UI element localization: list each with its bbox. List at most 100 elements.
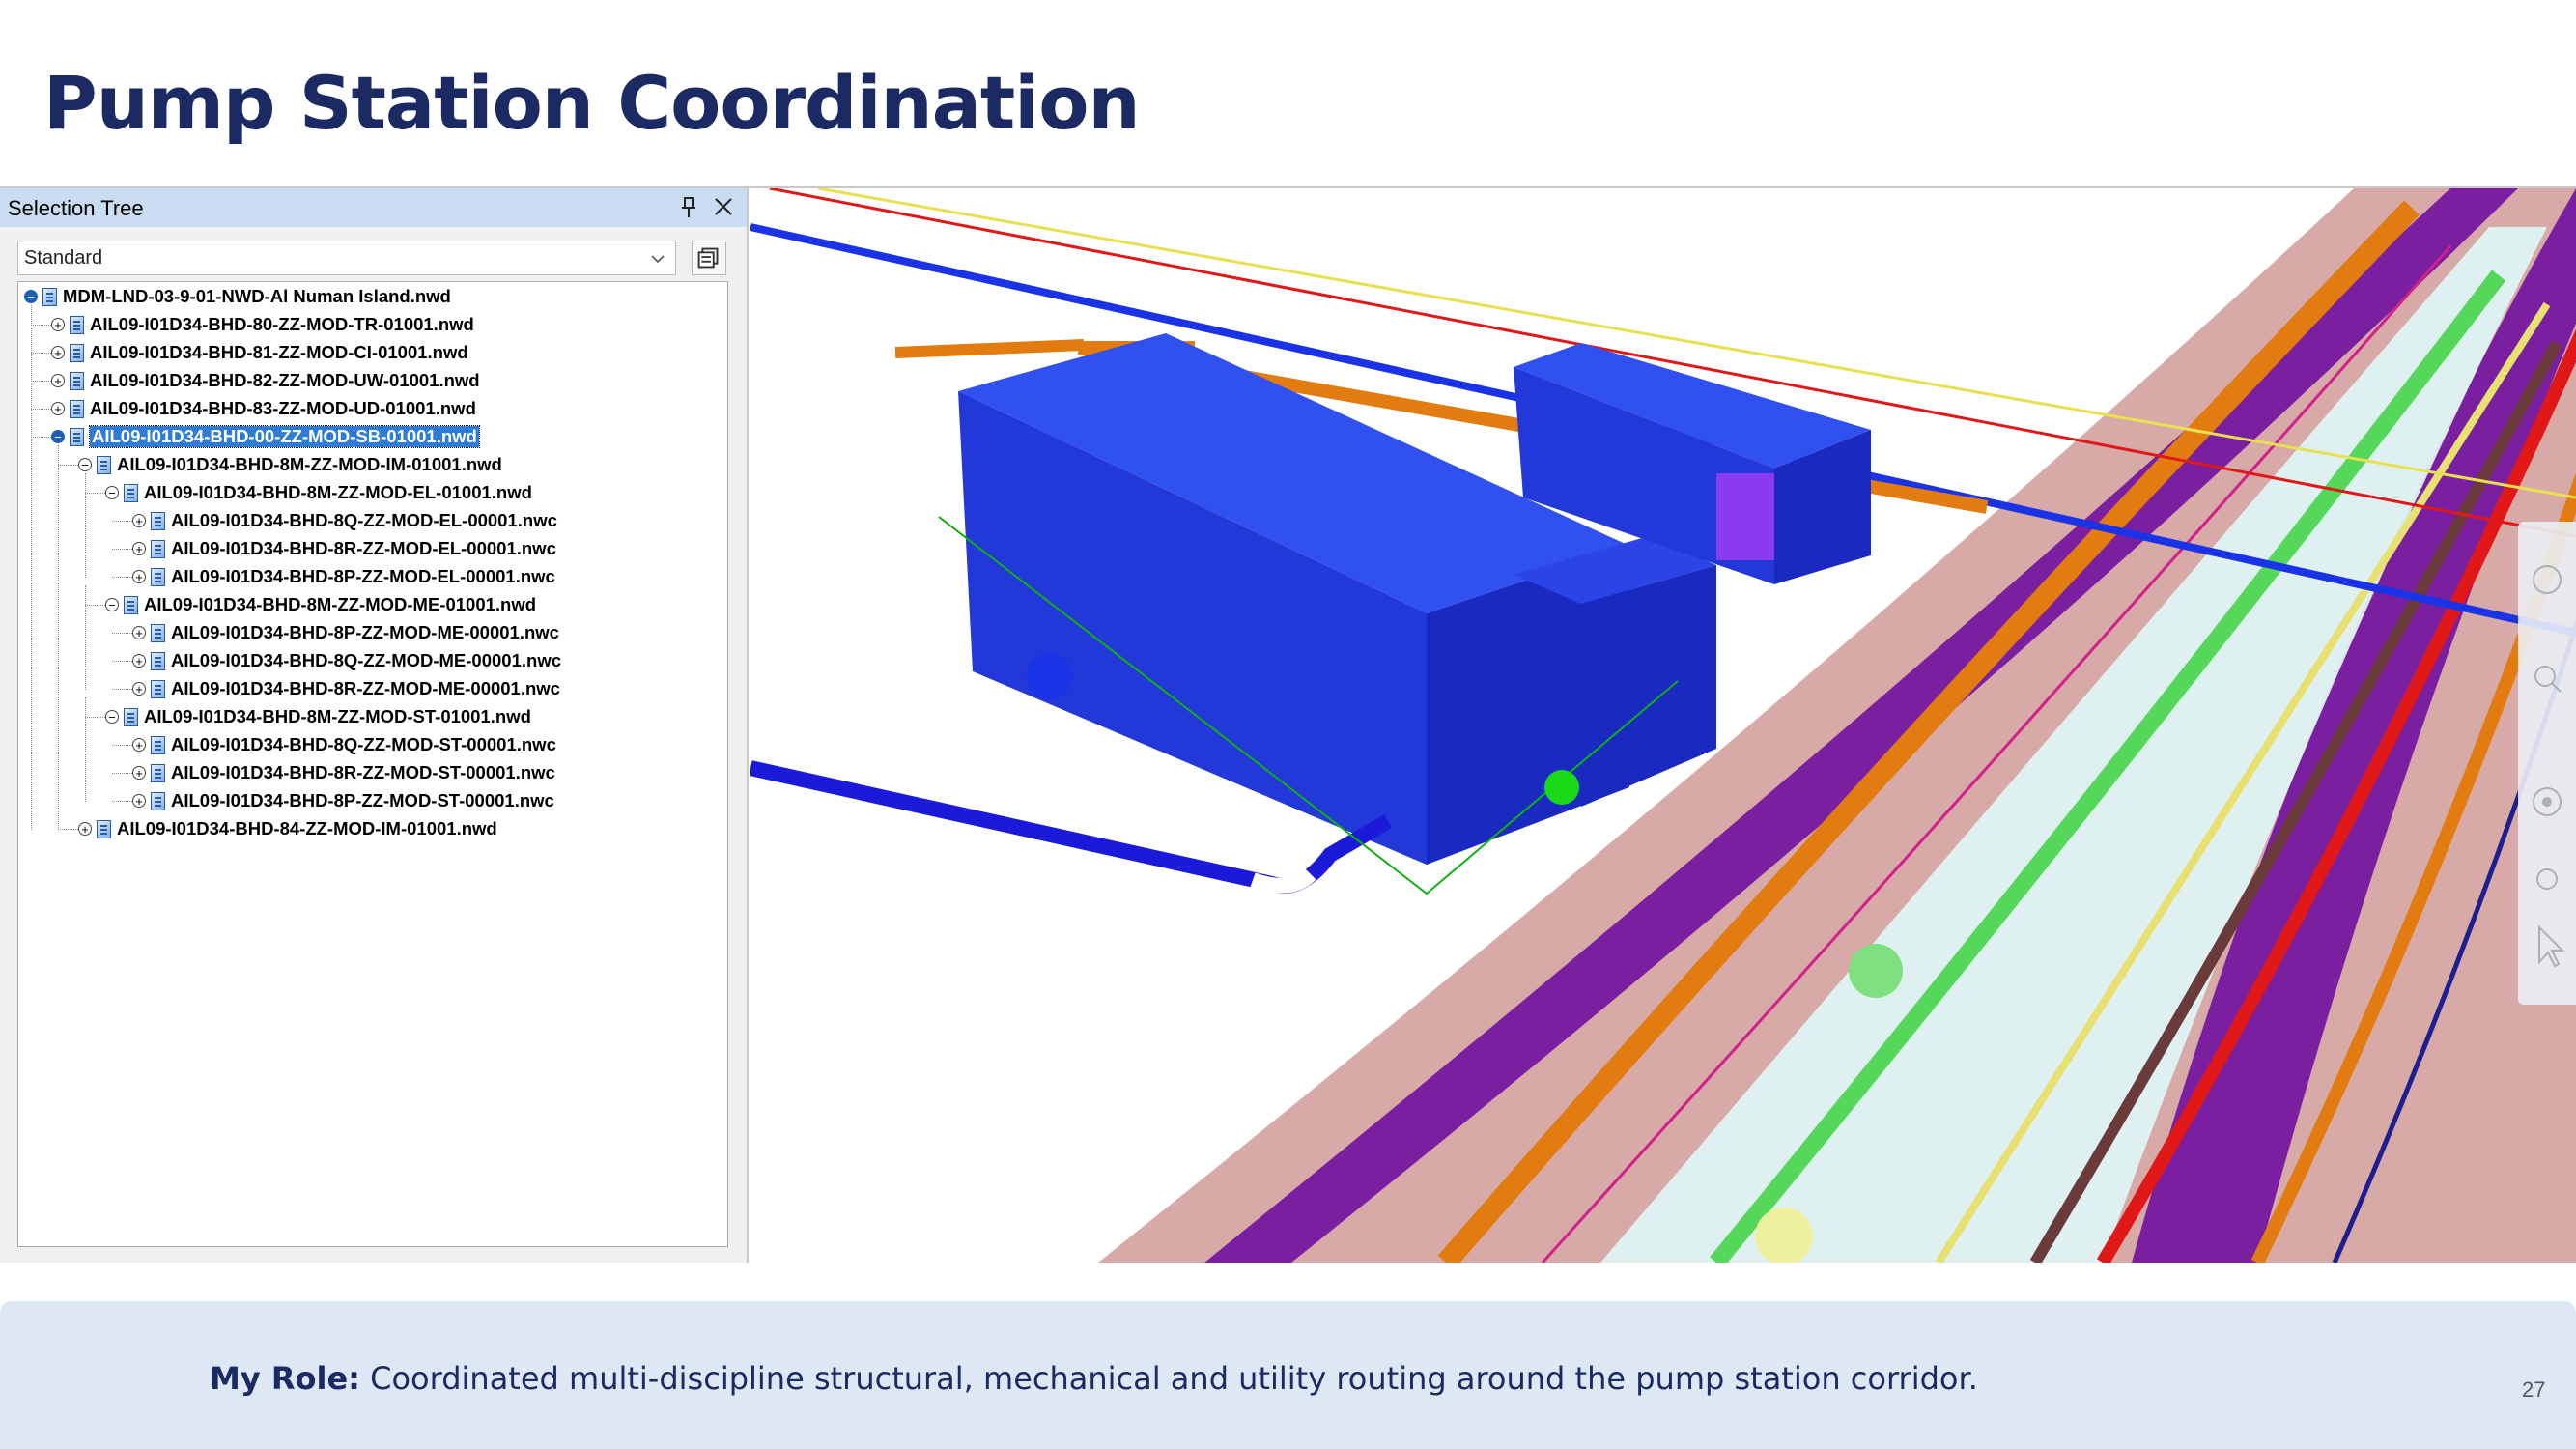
tree-item[interactable]: − AIL09-I01D34-BHD-8M-ZZ-MOD-IM-01001.nwd — [78, 452, 502, 477]
green-manhole — [1849, 944, 1903, 998]
look-icon[interactable] — [2536, 868, 2558, 890]
selection-sets-icon — [697, 247, 719, 269]
tree-item-label: AIL09-I01D34-BHD-8M-ZZ-MOD-IM-01001.nwd — [117, 454, 502, 474]
page-number: 27 — [2522, 1378, 2546, 1402]
file-icon — [151, 651, 165, 670]
file-icon — [124, 483, 138, 502]
tree-guide-line — [112, 521, 132, 522]
tree-item[interactable]: + AIL09-I01D34-BHD-83-ZZ-MOD-UD-01001.nwd — [51, 396, 476, 421]
tree-item[interactable]: + AIL09-I01D34-BHD-8Q-ZZ-MOD-ST-00001.nwc — [132, 732, 556, 757]
chevron-down-icon — [651, 255, 665, 264]
expand-icon[interactable]: + — [132, 514, 146, 527]
tree-item[interactable]: − AIL09-I01D34-BHD-8M-ZZ-MOD-ST-01001.nwd — [105, 704, 531, 729]
orbit-icon[interactable] — [2533, 787, 2562, 816]
tree-item[interactable]: + AIL09-I01D34-BHD-80-ZZ-MOD-TR-01001.nwd — [51, 312, 474, 337]
collapse-icon[interactable]: − — [78, 458, 92, 471]
expand-icon[interactable]: + — [51, 402, 65, 415]
file-icon — [124, 707, 138, 726]
role-statement: My Role: Coordinated multi-discipline st… — [210, 1360, 1978, 1397]
building-link-side — [1581, 565, 1716, 807]
tree-guide-line — [85, 605, 105, 606]
tree-item[interactable]: + AIL09-I01D34-BHD-8Q-ZZ-MOD-ME-00001.nwc — [132, 648, 561, 673]
tree-guide-line — [58, 465, 78, 466]
tree-view-dropdown[interactable]: Standard — [17, 241, 676, 275]
expand-icon[interactable]: + — [51, 374, 65, 387]
file-icon — [70, 399, 84, 418]
collapse-icon[interactable]: − — [105, 710, 119, 724]
tree-item-label: AIL09-I01D34-BHD-8P-ZZ-MOD-ME-00001.nwc — [171, 622, 559, 642]
tree-guide-line — [85, 717, 105, 718]
tree-item[interactable]: − AIL09-I01D34-BHD-00-ZZ-MOD-SB-01001.nwd — [51, 424, 480, 449]
navigation-bar — [2518, 522, 2576, 1005]
tree-item[interactable]: + AIL09-I01D34-BHD-81-ZZ-MOD-CI-01001.nwd — [51, 340, 468, 365]
tree-item[interactable]: + AIL09-I01D34-BHD-8Q-ZZ-MOD-EL-00001.nwc — [132, 508, 557, 533]
orange-duct-stub — [894, 339, 1085, 358]
tree-item[interactable]: + AIL09-I01D34-BHD-8P-ZZ-MOD-ME-00001.nwc — [132, 620, 559, 645]
dropdown-value: Standard — [24, 247, 103, 269]
tree-guide-line — [112, 577, 132, 578]
collapse-icon[interactable]: − — [24, 290, 38, 303]
tree-item[interactable]: − MDM-LND-03-9-01-NWD-Al Numan Island.nwd — [24, 284, 451, 309]
expand-icon[interactable]: + — [132, 766, 146, 780]
tree-item[interactable]: + AIL09-I01D34-BHD-8R-ZZ-MOD-ME-00001.nwc — [132, 676, 560, 701]
tree-item[interactable]: + AIL09-I01D34-BHD-8P-ZZ-MOD-ST-00001.nwc — [132, 788, 554, 813]
file-icon — [124, 595, 138, 614]
tree-item-label: MDM-LND-03-9-01-NWD-Al Numan Island.nwd — [63, 286, 451, 306]
tree-item[interactable]: − AIL09-I01D34-BHD-8M-ZZ-MOD-ME-01001.nwd — [105, 592, 536, 617]
tree-guide-line — [31, 353, 51, 354]
zoom-icon[interactable] — [2534, 666, 2562, 693]
file-icon — [97, 455, 111, 474]
tree-item[interactable]: + AIL09-I01D34-BHD-82-ZZ-MOD-UW-01001.nwd — [51, 368, 480, 393]
tree-guide-line — [112, 689, 132, 690]
file-icon — [151, 539, 165, 558]
tree-guide-line — [85, 697, 86, 802]
tree-guide-line — [58, 829, 78, 830]
collapse-icon[interactable]: − — [105, 598, 119, 611]
collapse-icon[interactable]: − — [105, 486, 119, 499]
expand-icon[interactable]: + — [132, 626, 146, 639]
tree-item-label: AIL09-I01D34-BHD-8M-ZZ-MOD-EL-01001.nwd — [144, 482, 532, 502]
tree-item-label: AIL09-I01D34-BHD-8R-ZZ-MOD-ST-00001.nwc — [171, 762, 555, 782]
expand-icon[interactable]: + — [51, 346, 65, 359]
expand-icon[interactable]: + — [132, 738, 146, 752]
tree-guide-line — [85, 493, 105, 494]
tree-item[interactable]: − AIL09-I01D34-BHD-8M-ZZ-MOD-EL-01001.nwd — [105, 480, 532, 505]
file-icon — [151, 679, 165, 698]
expand-icon[interactable]: + — [132, 682, 146, 696]
tree-item-label: AIL09-I01D34-BHD-8R-ZZ-MOD-ME-00001.nwc — [171, 678, 560, 698]
tree-item-label: AIL09-I01D34-BHD-8Q-ZZ-MOD-ST-00001.nwc — [171, 734, 556, 754]
tree-item[interactable]: + AIL09-I01D34-BHD-8R-ZZ-MOD-EL-00001.nwc — [132, 536, 556, 561]
tree-item[interactable]: + AIL09-I01D34-BHD-84-ZZ-MOD-IM-01001.nwd — [78, 816, 497, 841]
selection-sets-button[interactable] — [692, 241, 726, 275]
file-icon — [70, 315, 84, 334]
pipe-bend — [1250, 867, 1316, 894]
expand-icon[interactable]: + — [132, 570, 146, 583]
selection-tree-panel: Selection Tree Standard − MDM-LND-03-9-01… — [0, 188, 749, 1263]
tree-guide-line — [31, 325, 51, 326]
panel-header[interactable]: Selection Tree — [0, 188, 747, 227]
tree-guide-line — [85, 473, 86, 578]
blue-tank — [1027, 653, 1073, 699]
tree-item-label: AIL09-I01D34-BHD-82-ZZ-MOD-UW-01001.nwd — [90, 370, 480, 390]
tree-item[interactable]: + AIL09-I01D34-BHD-8P-ZZ-MOD-EL-00001.nwc — [132, 564, 555, 589]
selection-tree[interactable]: − MDM-LND-03-9-01-NWD-Al Numan Island.nwd… — [17, 281, 728, 1247]
expand-icon[interactable]: + — [51, 318, 65, 331]
tree-item-label: AIL09-I01D34-BHD-84-ZZ-MOD-IM-01001.nwd — [117, 818, 497, 838]
tree-guide-line — [112, 801, 132, 802]
tree-item-label: AIL09-I01D34-BHD-8R-ZZ-MOD-EL-00001.nwc — [171, 538, 556, 558]
tree-item[interactable]: + AIL09-I01D34-BHD-8R-ZZ-MOD-ST-00001.nwc — [132, 760, 555, 785]
close-icon[interactable] — [713, 196, 734, 217]
expand-icon[interactable]: + — [132, 654, 146, 668]
pin-icon[interactable] — [680, 196, 697, 219]
expand-icon[interactable]: + — [78, 822, 92, 836]
expand-icon[interactable]: + — [132, 542, 146, 555]
role-description: Coordinated multi-discipline structural,… — [370, 1360, 1978, 1397]
role-label: My Role: — [210, 1360, 360, 1397]
select-cursor-icon[interactable] — [2538, 924, 2565, 968]
tree-item-label: AIL09-I01D34-BHD-80-ZZ-MOD-TR-01001.nwd — [90, 314, 474, 334]
file-icon — [151, 567, 165, 586]
collapse-icon[interactable]: − — [51, 430, 65, 443]
expand-icon[interactable]: + — [132, 794, 146, 808]
model-viewport[interactable] — [750, 188, 2576, 1263]
pan-hand-icon[interactable] — [2533, 565, 2562, 594]
